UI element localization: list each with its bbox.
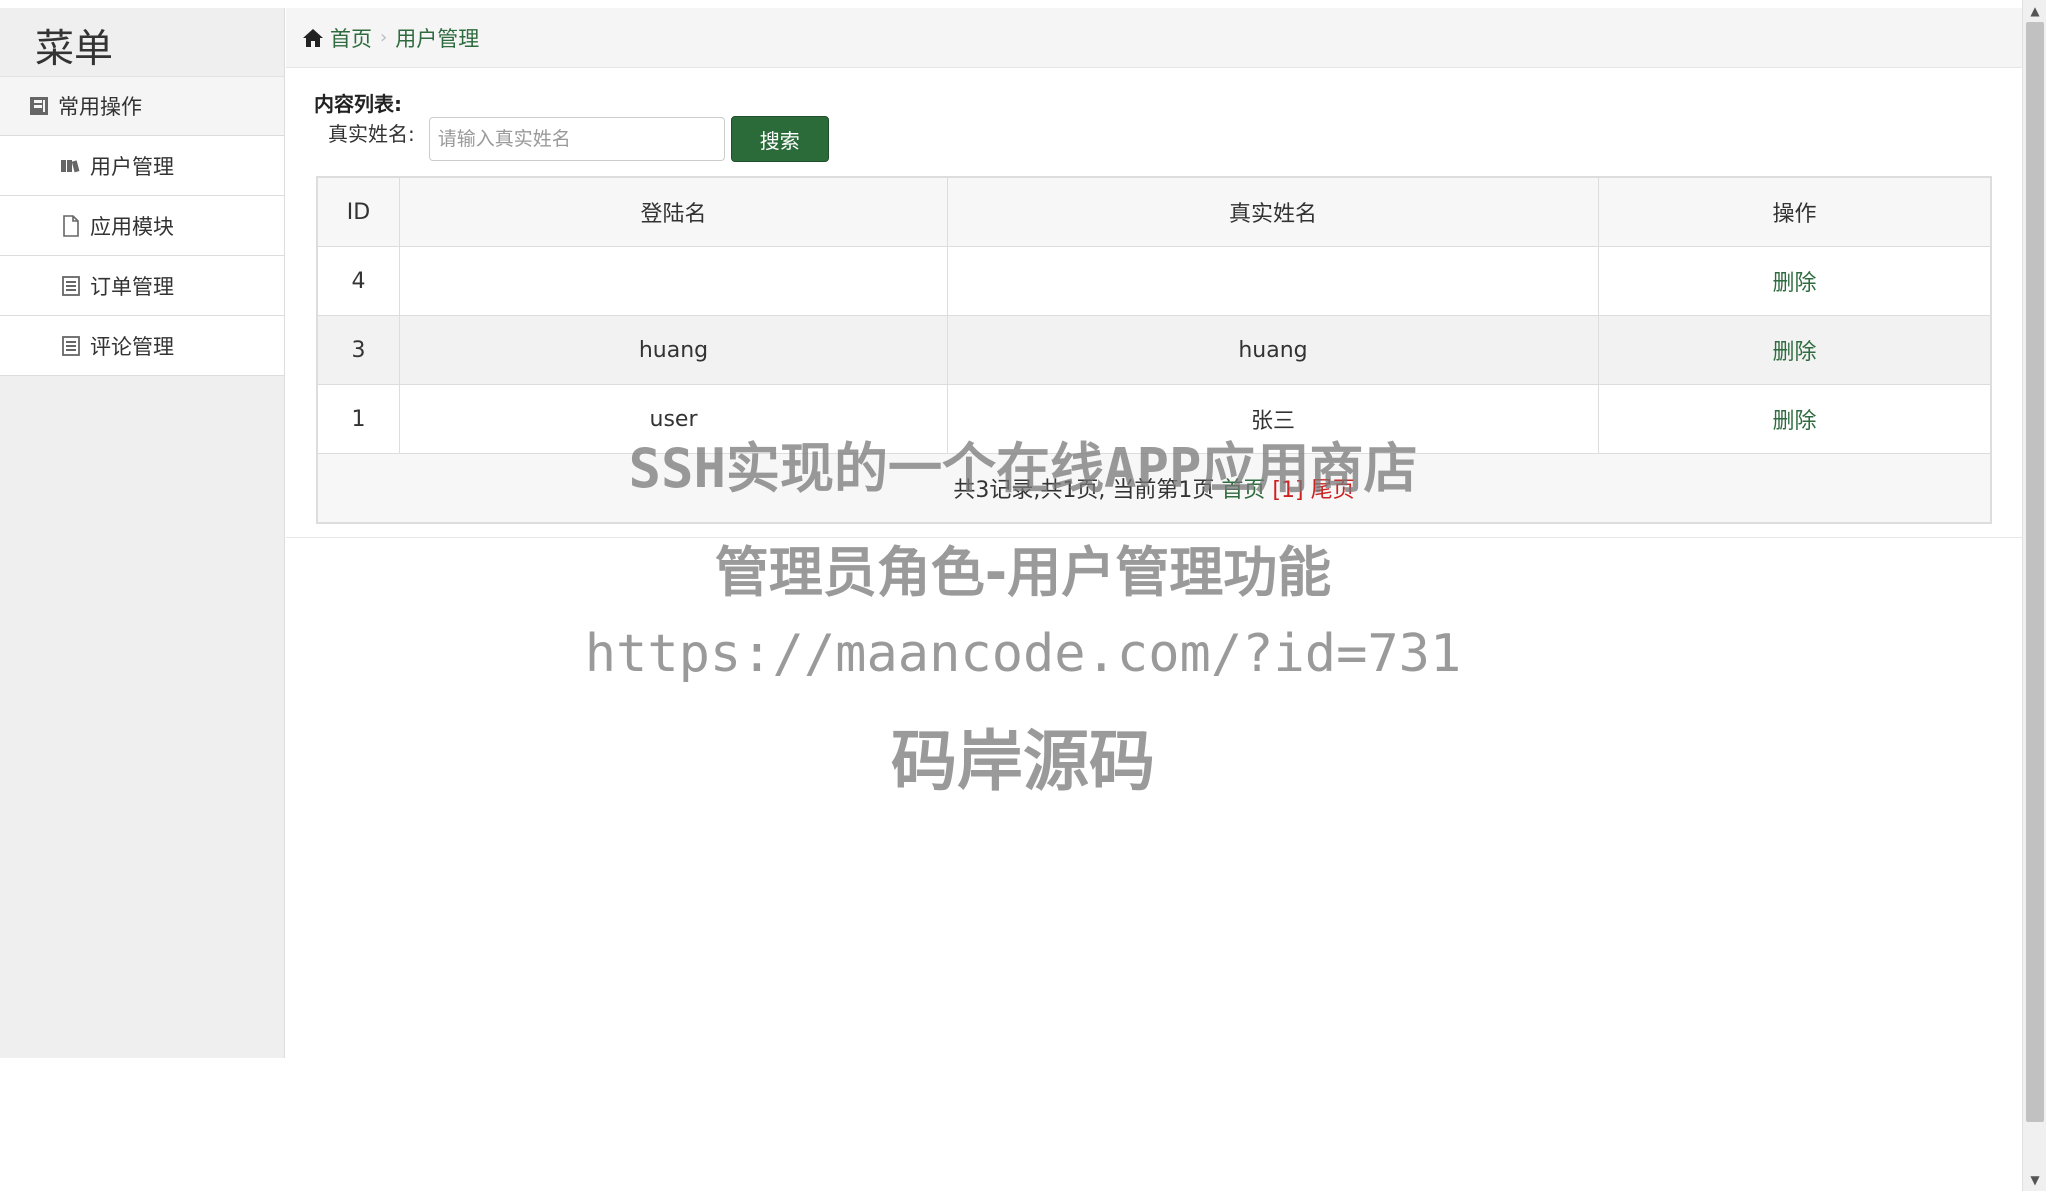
scroll-down-arrow-icon[interactable]: ▼ <box>2023 1169 2046 1191</box>
cell-action: 删除 <box>1598 315 1991 385</box>
sidebar-title: 菜单 <box>35 27 114 72</box>
column-header-id: ID <box>317 177 400 247</box>
main-content: 首页 › 用户管理 内容列表: 真实姓名: 搜索 ID 登陆名 真实姓名 操作 <box>286 8 2022 538</box>
home-icon <box>303 28 323 47</box>
search-input[interactable] <box>428 117 725 161</box>
pager: 共3记录,共1页, 当前第1页 首页 [1] 尾页 <box>317 453 1991 523</box>
sidebar-item-label: 评论管理 <box>90 334 174 359</box>
cell-action: 删除 <box>1598 246 1991 316</box>
pager-summary: 共3记录,共1页, 当前第1页 <box>953 478 1215 503</box>
scroll-up-arrow-icon[interactable]: ▲ <box>2023 0 2046 22</box>
books-icon <box>60 155 82 177</box>
delete-link[interactable]: 删除 <box>1772 340 1816 365</box>
user-table: ID 登陆名 真实姓名 操作 4 删除 3 huang huang 删除 1 u… <box>316 176 1992 524</box>
cell-real-name <box>947 246 1599 316</box>
sidebar-item-user-management[interactable]: 用户管理 <box>0 136 284 196</box>
pager-current-page: [1] <box>1272 478 1304 503</box>
cell-id: 1 <box>317 384 400 454</box>
pager-row: 共3记录,共1页, 当前第1页 首页 [1] 尾页 <box>317 453 1991 523</box>
watermark-url: https://maancode.com/?id=731 <box>584 624 1462 684</box>
breadcrumb-home-label: 首页 <box>330 26 372 51</box>
search-label: 真实姓名: <box>328 121 415 146</box>
cell-login: user <box>399 384 948 454</box>
watermark-brand: 码岸源码 <box>891 723 1155 800</box>
pager-last-link[interactable]: 尾页 <box>1311 478 1355 503</box>
search-form: 真实姓名: 搜索 <box>328 116 829 162</box>
vertical-scrollbar[interactable]: ▲ ▼ <box>2022 0 2046 1191</box>
scroll-thumb[interactable] <box>2026 22 2044 1122</box>
table-header-row: ID 登陆名 真实姓名 操作 <box>317 177 1991 247</box>
sidebar-menu: 用户管理 应用模块 订单管理 评论管理 <box>0 136 284 376</box>
watermark-subtitle: 管理员角色-用户管理功能 <box>714 541 1332 604</box>
delete-link[interactable]: 删除 <box>1772 271 1816 296</box>
table-row: 4 删除 <box>317 246 1991 316</box>
breadcrumb-current[interactable]: 用户管理 <box>395 23 479 53</box>
cell-login: huang <box>399 315 948 385</box>
sidebar-group-common[interactable]: 常用操作 <box>0 76 284 136</box>
sidebar-item-label: 用户管理 <box>90 154 174 179</box>
top-strip <box>0 0 2022 8</box>
sidebar-group-label: 常用操作 <box>58 95 142 119</box>
cell-id: 4 <box>317 246 400 316</box>
delete-link[interactable]: 删除 <box>1772 409 1816 434</box>
sidebar-item-label: 应用模块 <box>90 214 174 239</box>
sidebar: 菜单 常用操作 用户管理 应用模块 订单管理 评论管理 <box>0 8 285 1058</box>
book-icon <box>28 95 50 117</box>
list-icon <box>60 335 82 357</box>
breadcrumb: 首页 › 用户管理 <box>286 8 2022 68</box>
content-list-label: 内容列表: <box>314 92 402 116</box>
sidebar-item-order-management[interactable]: 订单管理 <box>0 256 284 316</box>
table-row: 3 huang huang 删除 <box>317 315 1991 385</box>
chevron-right-icon: › <box>380 27 388 48</box>
column-header-real-name: 真实姓名 <box>947 177 1599 247</box>
list-icon <box>60 275 82 297</box>
cell-real-name: huang <box>947 315 1599 385</box>
sidebar-item-app-module[interactable]: 应用模块 <box>0 196 284 256</box>
cell-id: 3 <box>317 315 400 385</box>
sidebar-item-label: 订单管理 <box>90 274 174 299</box>
pager-first-link[interactable]: 首页 <box>1221 478 1265 503</box>
sidebar-item-comment-management[interactable]: 评论管理 <box>0 316 284 376</box>
main-divider <box>286 537 2022 538</box>
file-icon <box>60 214 82 237</box>
table-row: 1 user 张三 删除 <box>317 384 1991 454</box>
cell-action: 删除 <box>1598 384 1991 454</box>
app-root: 菜单 常用操作 用户管理 应用模块 订单管理 评论管理 首页 › 用户管理 内容… <box>0 0 2046 1191</box>
breadcrumb-home-link[interactable]: 首页 <box>302 23 372 53</box>
cell-real-name: 张三 <box>947 384 1599 454</box>
search-button[interactable]: 搜索 <box>730 116 829 162</box>
column-header-action: 操作 <box>1598 177 1991 247</box>
cell-login <box>399 246 948 316</box>
column-header-login: 登陆名 <box>399 177 948 247</box>
